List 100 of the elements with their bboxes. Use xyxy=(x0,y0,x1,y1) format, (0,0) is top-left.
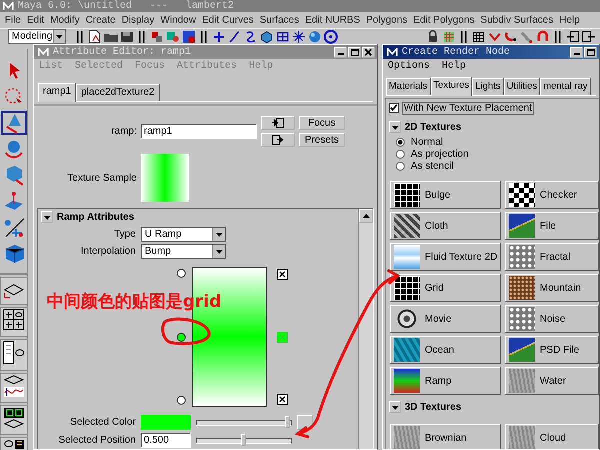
grid-pattern-icon xyxy=(394,183,420,207)
arrow-into-box-icon xyxy=(272,118,284,128)
tab[interactable]: place2dTexture2 xyxy=(76,84,160,101)
texture-button[interactable]: Noise xyxy=(505,305,599,333)
menu-item[interactable]: Polygons xyxy=(366,14,408,26)
texture-button[interactable]: Brownian xyxy=(390,424,501,449)
tab[interactable]: Textures xyxy=(430,77,472,96)
pen-icon[interactable] xyxy=(228,30,242,44)
delete-handle-icon[interactable] xyxy=(277,269,288,280)
scrollbar[interactable] xyxy=(358,209,373,449)
push-button[interactable]: Focus xyxy=(299,116,345,130)
slider-thumb[interactable] xyxy=(241,434,246,446)
noise-texture-icon xyxy=(509,245,535,269)
push-button[interactable]: Presets xyxy=(299,133,345,147)
texture-button[interactable]: PSD File xyxy=(505,336,599,364)
ramp-handle[interactable] xyxy=(177,269,186,278)
radio-button[interactable] xyxy=(396,138,405,147)
node-name-field[interactable]: ramp1 xyxy=(141,124,257,139)
grid-icon[interactable] xyxy=(472,30,486,44)
texture-button[interactable]: Bulge xyxy=(390,181,501,209)
menu-set-dropdown[interactable]: Modeling xyxy=(8,29,66,44)
texture-button[interactable]: Cloth xyxy=(390,212,501,240)
sphere-icon[interactable] xyxy=(308,30,322,44)
texture-button[interactable]: Grid xyxy=(390,274,501,302)
water-texture-icon xyxy=(394,338,420,362)
slider-thumb[interactable] xyxy=(285,416,290,428)
texture-button[interactable]: Fractal xyxy=(505,243,599,271)
window-title: Maya 6.0: \untitled --- lambert2 xyxy=(18,0,234,12)
texture-button[interactable]: Checker xyxy=(505,181,599,209)
output-connection-button[interactable] xyxy=(261,133,295,147)
texture-button[interactable]: File xyxy=(505,212,599,240)
menu-item[interactable]: Edit Polygons xyxy=(414,14,475,26)
wave-icon xyxy=(394,245,420,269)
separator-icon xyxy=(461,30,467,42)
mesh-icon[interactable] xyxy=(276,30,290,44)
plus-icon[interactable] xyxy=(212,30,226,44)
separator-icon xyxy=(201,30,207,42)
maximize-button[interactable] xyxy=(584,46,597,58)
texture-button[interactable]: Ramp xyxy=(390,367,501,395)
lock-icon[interactable] xyxy=(426,30,440,44)
curve-icon[interactable] xyxy=(244,30,258,44)
texture-button[interactable]: Mountain xyxy=(505,274,599,302)
minimize-button[interactable] xyxy=(570,46,583,58)
texture-button[interactable]: Movie xyxy=(390,305,501,333)
collapse-button[interactable] xyxy=(41,211,53,223)
ramp-handle[interactable] xyxy=(177,332,186,342)
tab[interactable]: Lights xyxy=(472,78,504,95)
menu-item[interactable]: Options xyxy=(388,60,430,72)
tab[interactable]: mental ray xyxy=(540,78,591,95)
page-icon[interactable] xyxy=(88,30,102,44)
menu-item[interactable]: Edit Curves xyxy=(202,14,254,26)
window-title: Attribute Editor: ramp1 xyxy=(53,46,192,58)
position-field[interactable]: 0.500 xyxy=(141,433,191,448)
shapes-icon[interactable] xyxy=(166,30,180,44)
radio-label: Normal xyxy=(411,137,444,148)
texture-button[interactable]: Ocean xyxy=(390,336,501,364)
collapse-button[interactable] xyxy=(389,121,401,133)
radio-button[interactable] xyxy=(396,150,405,159)
section-title: 3D Textures xyxy=(405,402,462,412)
weave-texture-icon xyxy=(394,214,420,238)
menu-item[interactable]: Modify xyxy=(50,14,80,26)
arrow-out-of-box-icon xyxy=(272,135,284,145)
menu-item[interactable]: Surfaces xyxy=(260,14,300,26)
field-label: Selected Position xyxy=(58,435,136,446)
texture-button[interactable]: Water xyxy=(505,367,599,395)
import-icon[interactable] xyxy=(566,30,580,44)
magnet-icon[interactable] xyxy=(504,30,518,44)
menu-item[interactable]: Window xyxy=(160,14,196,26)
minimize-icon xyxy=(338,53,344,55)
texture-button[interactable]: Fluid Texture 2D xyxy=(390,243,501,271)
menu-item[interactable]: Create xyxy=(86,14,116,26)
window-icon[interactable] xyxy=(182,30,196,44)
radio-button[interactable] xyxy=(396,162,405,171)
menu-item[interactable]: Help xyxy=(442,60,466,72)
menu-item[interactable]: Subdiv Surfaces xyxy=(480,14,554,26)
input-connection-button[interactable] xyxy=(261,116,295,130)
delete-handle-icon[interactable] xyxy=(277,394,288,405)
menu-item[interactable]: Display xyxy=(122,14,155,26)
tab[interactable]: ramp1 xyxy=(38,83,76,102)
menu-item[interactable]: Edit NURBS xyxy=(305,14,360,26)
noise-texture-icon xyxy=(394,426,420,449)
dropdown[interactable]: Bump xyxy=(141,244,226,259)
separator-icon xyxy=(139,30,145,42)
selected-handle-marker[interactable] xyxy=(277,332,288,342)
tab[interactable]: Materials xyxy=(386,78,431,95)
section-title: Ramp Attributes xyxy=(57,212,134,222)
tab[interactable]: Utilities xyxy=(504,78,540,95)
dropdown[interactable]: U Ramp xyxy=(141,227,226,242)
menu-item[interactable]: File xyxy=(5,14,22,26)
collapse-button[interactable] xyxy=(389,401,401,413)
squares-icon[interactable] xyxy=(150,30,164,44)
scroll-up-button[interactable] xyxy=(359,209,373,223)
checkbox[interactable] xyxy=(389,103,399,113)
color-swatch[interactable] xyxy=(141,415,191,430)
menu-item[interactable]: Edit xyxy=(27,14,44,26)
menu-item[interactable]: Help xyxy=(560,14,580,26)
export-icon[interactable] xyxy=(582,30,596,44)
ramp-handle[interactable] xyxy=(177,396,186,405)
texture-button[interactable]: Cloud xyxy=(505,424,599,449)
star-icon[interactable] xyxy=(292,30,306,44)
